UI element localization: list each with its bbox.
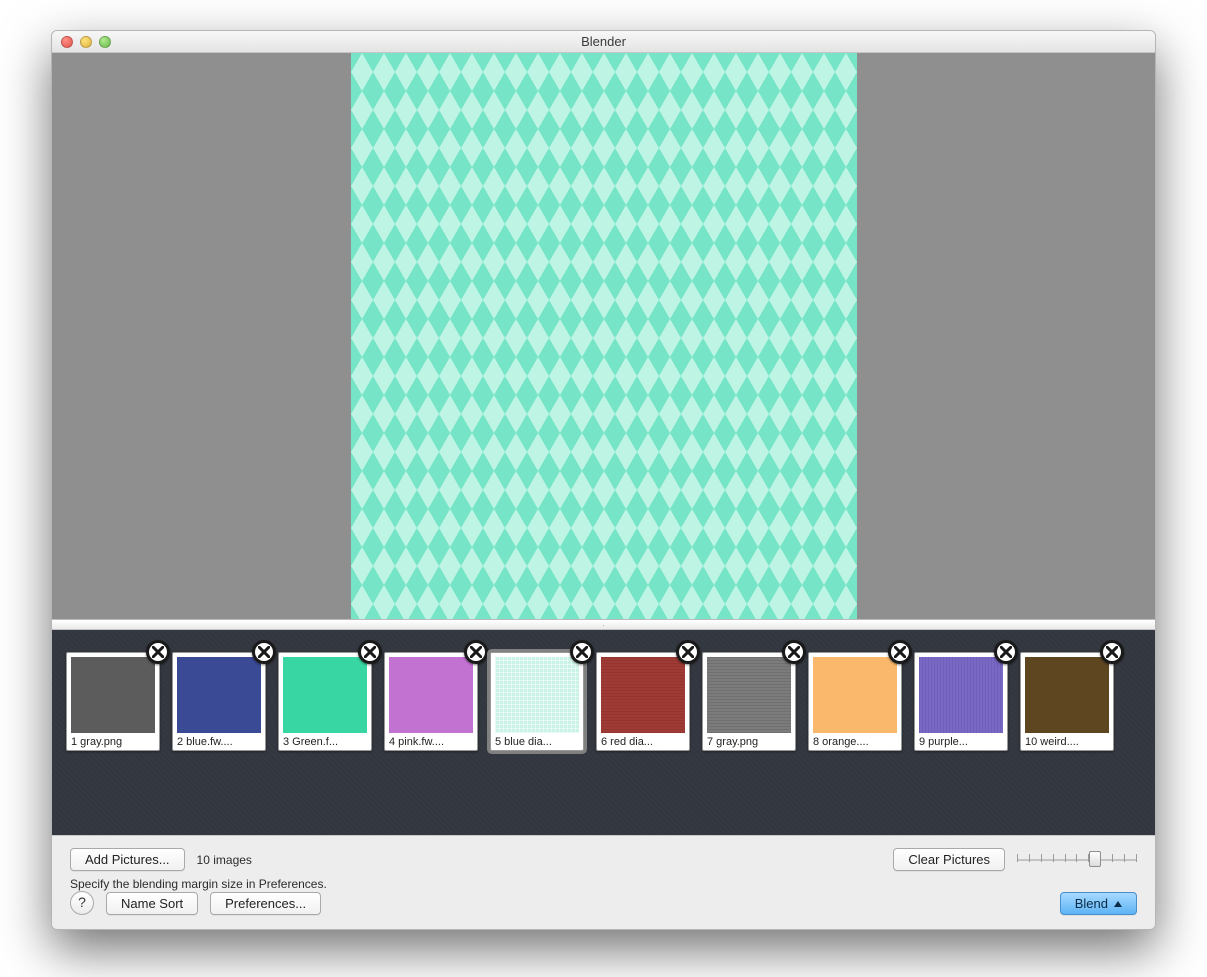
minimize-window-button[interactable] (80, 36, 92, 48)
pane-splitter[interactable]: · (52, 620, 1155, 630)
thumbnail-image (1025, 657, 1109, 733)
thumbnail-image (283, 657, 367, 733)
blend-button[interactable]: Blend (1060, 892, 1137, 915)
hint-label: Specify the blending margin size in Pref… (70, 877, 1137, 891)
thumbnail[interactable]: 1 gray.png (66, 652, 160, 751)
thumbnail-card[interactable]: 5 blue dia... (490, 652, 584, 751)
thumbnail-caption: 10 weird.... (1025, 733, 1109, 748)
thumbnail-caption: 2 blue.fw.... (177, 733, 261, 748)
remove-thumbnail-button[interactable] (146, 640, 170, 664)
remove-thumbnail-button[interactable] (782, 640, 806, 664)
close-icon (682, 646, 694, 658)
remove-thumbnail-button[interactable] (1100, 640, 1124, 664)
thumbnail-image (389, 657, 473, 733)
name-sort-button[interactable]: Name Sort (106, 892, 198, 915)
thumbnail[interactable]: 3 Green.f... (278, 652, 372, 751)
preview-pane (52, 53, 1155, 620)
thumbnail[interactable]: 6 red dia... (596, 652, 690, 751)
remove-thumbnail-button[interactable] (888, 640, 912, 664)
thumbnail-image (495, 657, 579, 733)
thumbnail[interactable]: 7 gray.png (702, 652, 796, 751)
close-icon (1106, 646, 1118, 658)
zoom-window-button[interactable] (99, 36, 111, 48)
thumbnail[interactable]: 5 blue dia... (490, 652, 584, 751)
app-window: Blender · 1 gray.png 2 blue.fw.... 3 Green… (51, 30, 1156, 930)
thumbnail-card[interactable]: 10 weird.... (1020, 652, 1114, 751)
window-title: Blender (52, 34, 1155, 49)
thumbnail-caption: 6 red dia... (601, 733, 685, 748)
clear-pictures-button[interactable]: Clear Pictures (893, 848, 1005, 871)
diamond-pattern-icon (351, 53, 857, 619)
close-icon (1000, 646, 1012, 658)
thumbnail-image (71, 657, 155, 733)
bottom-toolbar: Add Pictures... 10 images Clear Pictures… (52, 835, 1155, 929)
thumbnail-image (813, 657, 897, 733)
remove-thumbnail-button[interactable] (676, 640, 700, 664)
titlebar: Blender (52, 31, 1155, 53)
thumbnail-caption: 9 purple... (919, 733, 1003, 748)
thumbnail-card[interactable]: 3 Green.f... (278, 652, 372, 751)
triangle-up-icon (1114, 901, 1122, 907)
thumbnail-image (601, 657, 685, 733)
thumbnail-card[interactable]: 6 red dia... (596, 652, 690, 751)
close-icon (258, 646, 270, 658)
thumbnail[interactable]: 4 pink.fw.... (384, 652, 478, 751)
thumbnail-size-slider[interactable] (1017, 850, 1137, 870)
thumbnail-card[interactable]: 9 purple... (914, 652, 1008, 751)
thumbnail-caption: 8 orange.... (813, 733, 897, 748)
thumbnail-image (707, 657, 791, 733)
thumbnail-image (919, 657, 1003, 733)
blend-button-label: Blend (1075, 896, 1108, 911)
remove-thumbnail-button[interactable] (358, 640, 382, 664)
close-icon (152, 646, 164, 658)
close-icon (364, 646, 376, 658)
close-icon (788, 646, 800, 658)
thumbnail[interactable]: 8 orange.... (808, 652, 902, 751)
remove-thumbnail-button[interactable] (252, 640, 276, 664)
thumbnail[interactable]: 9 purple... (914, 652, 1008, 751)
image-count-label: 10 images (197, 853, 252, 867)
traffic-lights (52, 36, 111, 48)
slider-knob[interactable] (1089, 851, 1101, 867)
thumbnail[interactable]: 2 blue.fw.... (172, 652, 266, 751)
thumbnail-caption: 1 gray.png (71, 733, 155, 748)
close-window-button[interactable] (61, 36, 73, 48)
remove-thumbnail-button[interactable] (994, 640, 1018, 664)
thumbnail-card[interactable]: 4 pink.fw.... (384, 652, 478, 751)
preferences-button[interactable]: Preferences... (210, 892, 321, 915)
help-button[interactable]: ? (70, 891, 94, 915)
thumbnail-card[interactable]: 7 gray.png (702, 652, 796, 751)
add-pictures-button[interactable]: Add Pictures... (70, 848, 185, 871)
thumbnail-card[interactable]: 2 blue.fw.... (172, 652, 266, 751)
close-icon (576, 646, 588, 658)
close-icon (470, 646, 482, 658)
thumbnail-caption: 4 pink.fw.... (389, 733, 473, 748)
thumbnail-caption: 7 gray.png (707, 733, 791, 748)
thumbnail[interactable]: 10 weird.... (1020, 652, 1114, 751)
thumbnail-strip: 1 gray.png 2 blue.fw.... 3 Green.f... 4 pin… (52, 630, 1155, 835)
thumbnail-image (177, 657, 261, 733)
thumbnail-caption: 5 blue dia... (495, 733, 579, 748)
remove-thumbnail-button[interactable] (464, 640, 488, 664)
thumbnail-card[interactable]: 1 gray.png (66, 652, 160, 751)
thumbnail-card[interactable]: 8 orange.... (808, 652, 902, 751)
remove-thumbnail-button[interactable] (570, 640, 594, 664)
close-icon (894, 646, 906, 658)
preview-image (351, 53, 857, 619)
thumbnail-caption: 3 Green.f... (283, 733, 367, 748)
